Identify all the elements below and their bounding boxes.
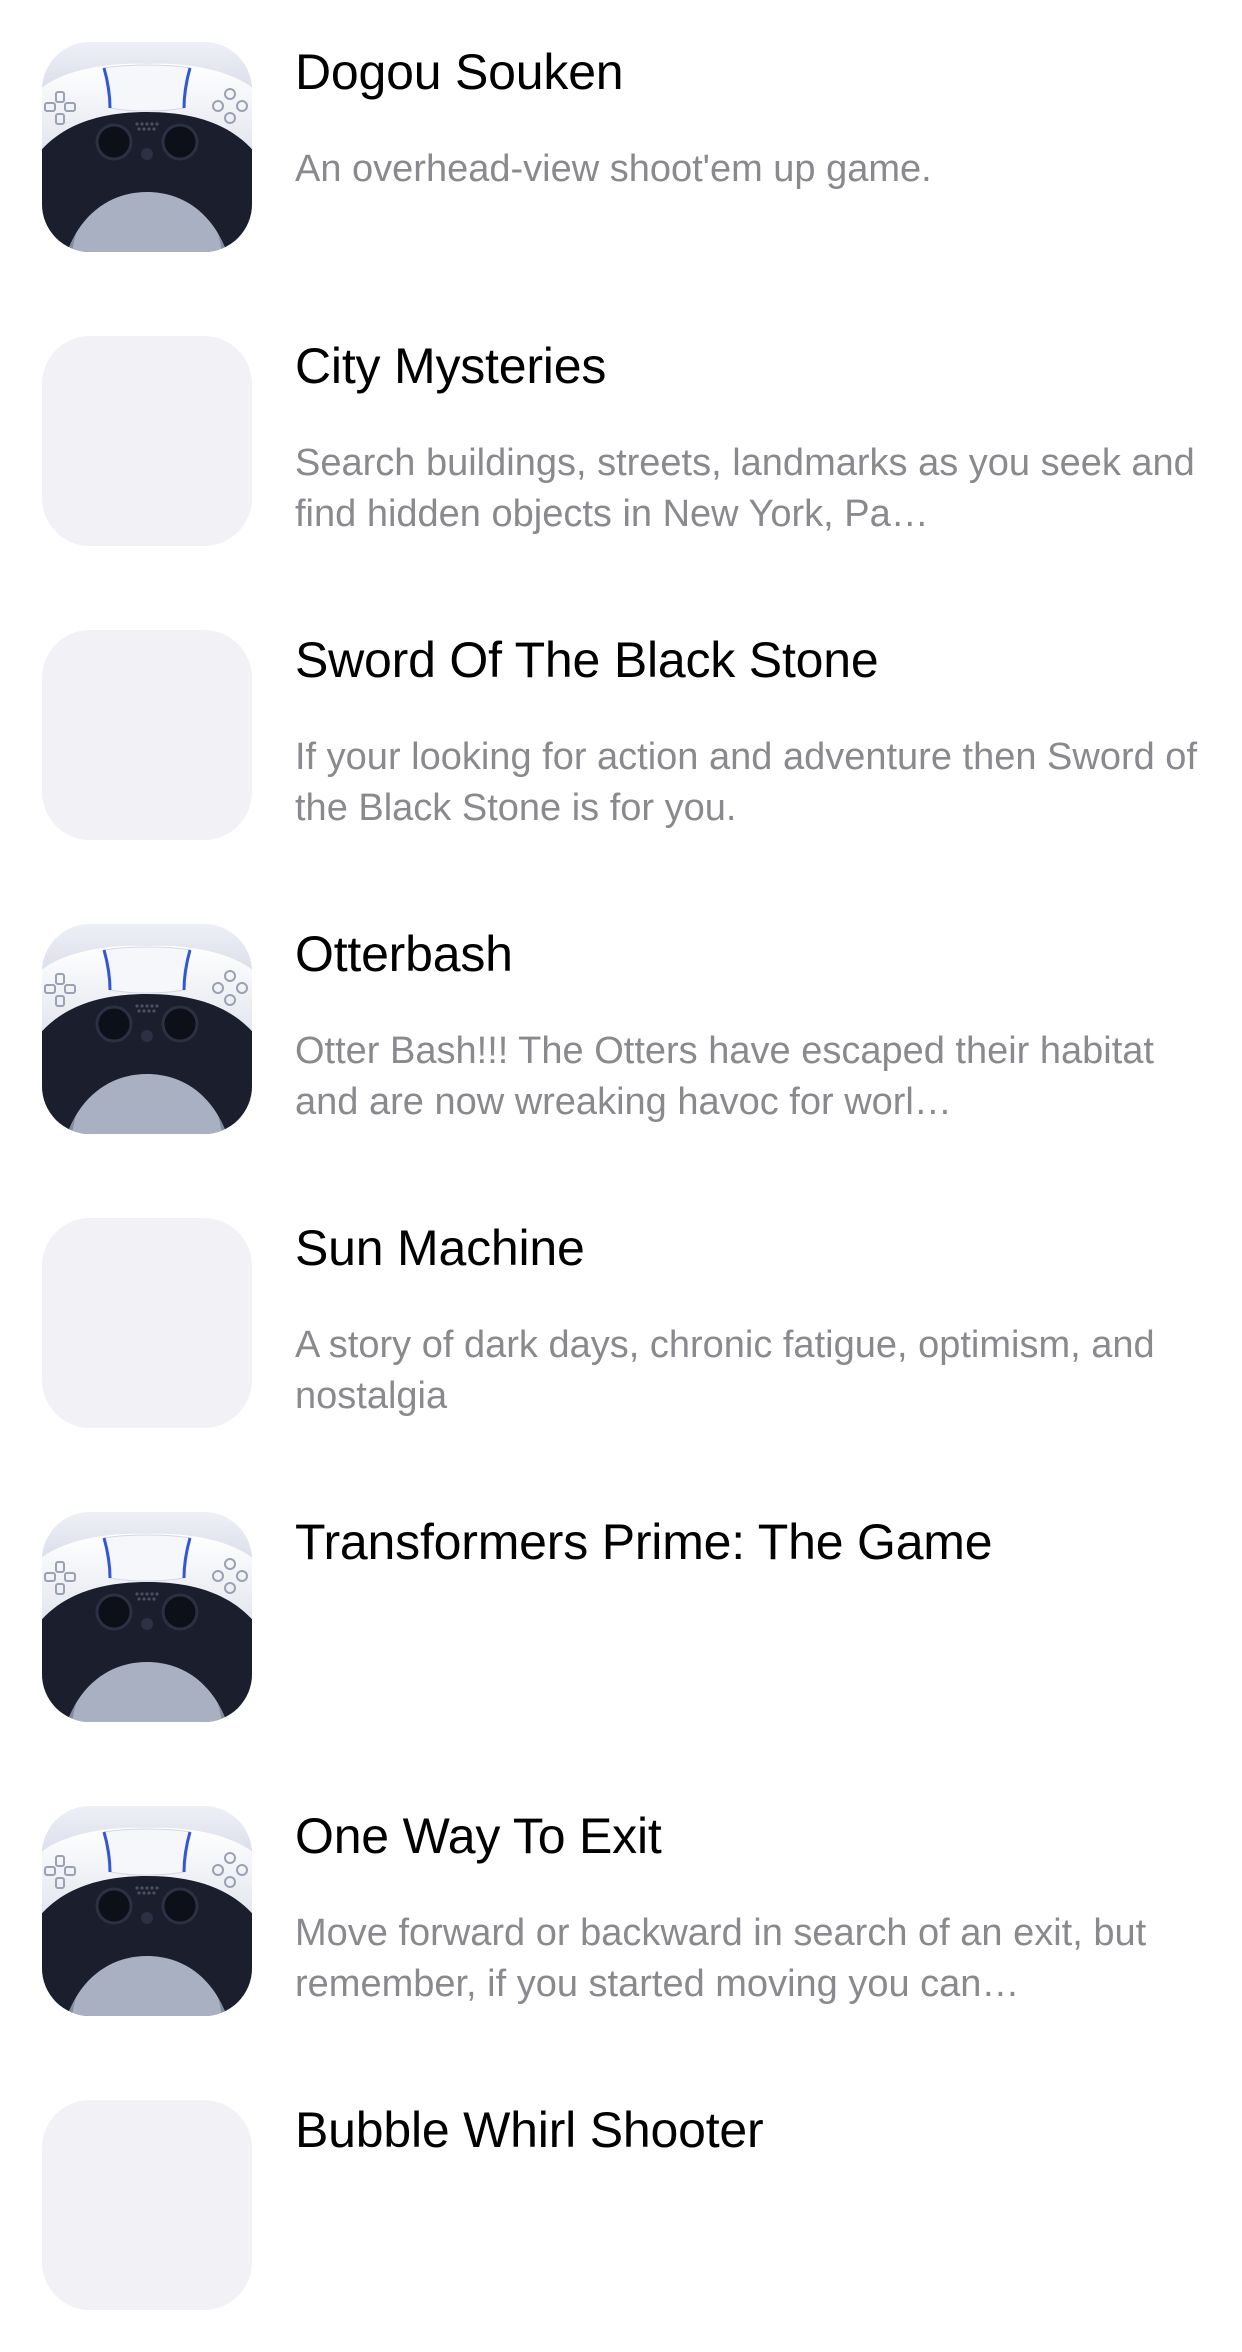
game-description: Move forward or backward in search of an…	[295, 1912, 1147, 2005]
game-list: Dogou Souken An overhead-view shoot'em up…	[0, 0, 1242, 2310]
game-list-item[interactable]: Dogou Souken An overhead-view shoot'em up…	[0, 0, 1242, 294]
game-title: Otterbash	[295, 926, 513, 982]
game-list-item[interactable]: Sun Machine A story of dark days, chronic…	[0, 1176, 1242, 1470]
placeholder-icon	[42, 2100, 252, 2310]
game-controller-icon	[42, 1806, 252, 2016]
game-list-item[interactable]: City Mysteries Search buildings, streets,…	[0, 294, 1242, 588]
placeholder-icon	[42, 630, 252, 840]
game-title: Bubble Whirl Shooter	[295, 2102, 764, 2158]
game-description: A story of dark days, chronic fatigue, o…	[295, 1324, 1155, 1417]
game-controller-icon	[42, 924, 252, 1134]
game-description: An overhead-view shoot'em up game.	[295, 148, 932, 190]
game-controller-icon	[42, 42, 252, 252]
game-list-item[interactable]: Bubble Whirl Shooter	[0, 2058, 1242, 2352]
game-title: Dogou Souken	[295, 44, 624, 100]
game-list-item[interactable]: Sword Of The Black Stone If your looking …	[0, 588, 1242, 882]
game-description: If your looking for action and adventure…	[295, 736, 1197, 829]
placeholder-icon	[42, 1218, 252, 1428]
game-title: City Mysteries	[295, 338, 607, 394]
game-description: Otter Bash!!! The Otters have escaped th…	[295, 1030, 1154, 1123]
game-title: Transformers Prime: The Game	[295, 1514, 993, 1570]
game-list-item[interactable]: Otterbash Otter Bash!!! The Otters have e…	[0, 882, 1242, 1176]
game-title: Sword Of The Black Stone	[295, 632, 879, 688]
game-title: Sun Machine	[295, 1220, 585, 1276]
game-title: One Way To Exit	[295, 1808, 662, 1864]
game-list-item[interactable]: One Way To Exit Move forward or backward …	[0, 1764, 1242, 2058]
game-description: Search buildings, streets, landmarks as …	[295, 442, 1195, 535]
game-controller-icon	[42, 1512, 252, 1722]
game-list-item[interactable]: Transformers Prime: The Game	[0, 1470, 1242, 1764]
placeholder-icon	[42, 336, 252, 546]
